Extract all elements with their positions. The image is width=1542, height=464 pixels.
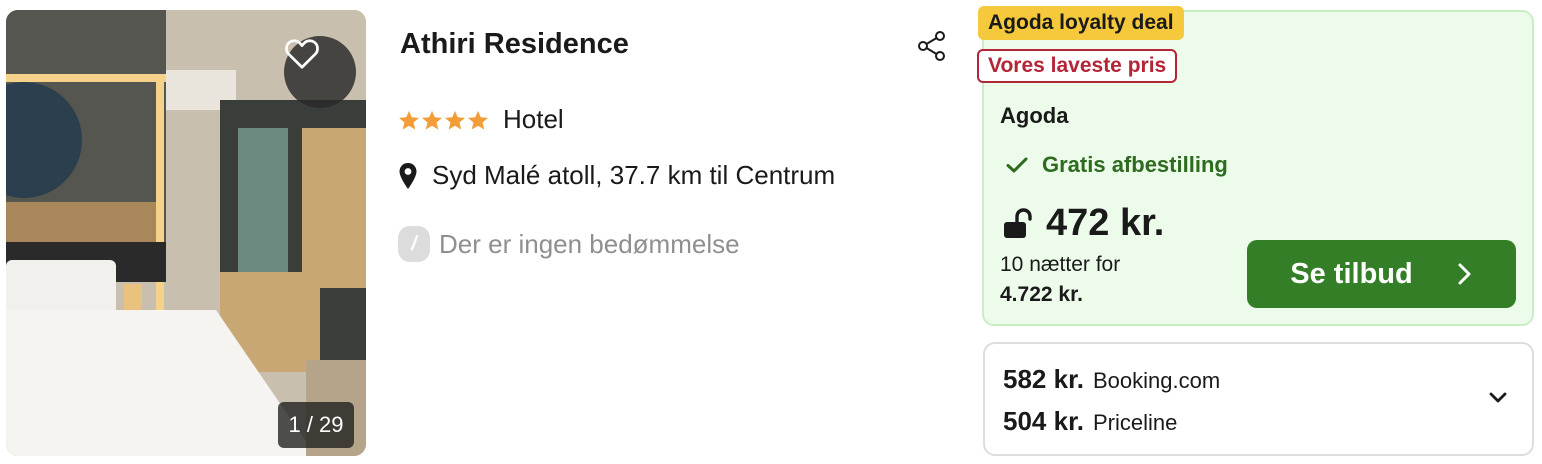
lowest-price-tag: Vores laveste pris — [977, 49, 1178, 83]
nights-label: 10 nætter for — [1000, 253, 1121, 276]
favorite-button[interactable] — [284, 36, 356, 108]
see-offer-label: Se tilbud — [1290, 257, 1413, 290]
offer-price: 582 kr. — [1003, 364, 1084, 394]
review-row: / Der er ingen bedømmelse — [398, 226, 740, 262]
photo-counter: 1 / 29 — [278, 402, 354, 448]
hotel-name[interactable]: Athiri Residence — [400, 28, 629, 61]
share-icon — [918, 31, 945, 61]
review-text: Der er ingen bedømmelse — [439, 228, 740, 259]
star-icon — [422, 110, 442, 130]
loyalty-deal-tag: Agoda loyalty deal — [978, 6, 1184, 40]
other-offer-row[interactable]: 504 kr. Priceline — [1003, 406, 1177, 437]
review-score-badge: / — [398, 226, 430, 262]
offer-site: Booking.com — [1092, 368, 1221, 393]
deal-price: 472 kr. — [1046, 202, 1165, 244]
offer-site: Priceline — [1092, 410, 1178, 435]
hotel-type: Hotel — [503, 104, 564, 134]
share-button[interactable] — [914, 28, 950, 64]
deal-provider: Agoda — [1000, 103, 1069, 128]
free-cancellation-row: Gratis afbestilling — [1006, 152, 1228, 178]
unlock-icon — [1004, 207, 1032, 238]
chevron-right-icon — [1458, 263, 1471, 285]
see-offer-button[interactable]: Se tilbud — [1247, 240, 1516, 308]
hotel-photo[interactable]: 1 / 29 — [6, 10, 366, 456]
free-cancellation-text: Gratis afbestilling — [1042, 152, 1228, 177]
star-icon — [468, 110, 488, 130]
offer-price: 504 kr. — [1003, 406, 1084, 436]
heart-outline-icon — [285, 39, 319, 69]
rating-row: Hotel — [398, 104, 564, 135]
location-text: Syd Malé atoll, 37.7 km til Centrum — [432, 160, 836, 190]
chevron-down-icon[interactable] — [1486, 386, 1510, 410]
star-icon — [445, 110, 465, 130]
deal-price-row: 472 kr. — [1002, 202, 1164, 245]
total-price: 4.722 kr. — [1000, 283, 1083, 306]
star-icon — [399, 110, 419, 130]
other-offers-card[interactable]: 582 kr. Booking.com 504 kr. Priceline — [983, 342, 1534, 456]
map-pin-icon — [399, 162, 417, 189]
checkmark-icon — [1006, 157, 1028, 173]
location-row[interactable]: Syd Malé atoll, 37.7 km til Centrum — [398, 160, 835, 191]
other-offer-row[interactable]: 582 kr. Booking.com — [1003, 364, 1220, 395]
star-rating — [398, 110, 489, 130]
